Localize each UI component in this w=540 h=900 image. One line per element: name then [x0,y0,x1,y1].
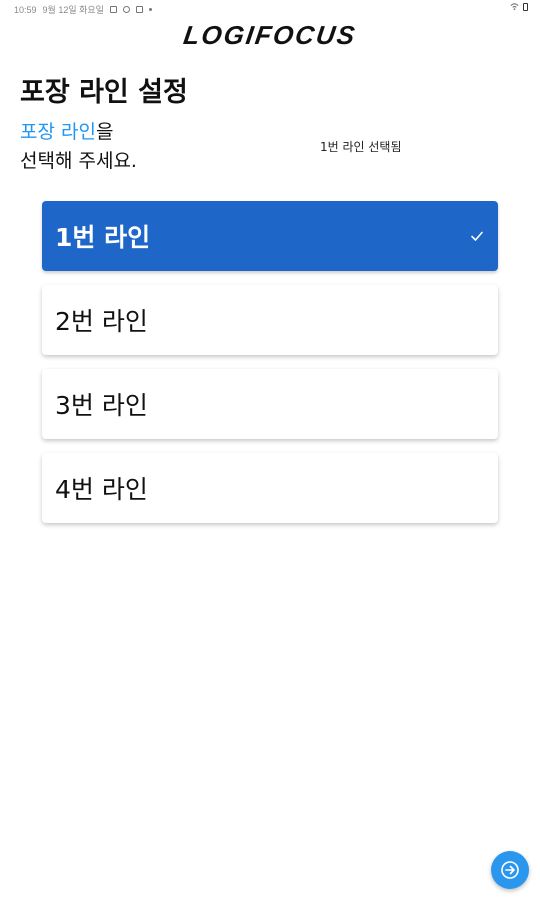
line-option-label: 2번 라인 [55,307,148,336]
more-notifications-icon [148,8,152,11]
line-option-3[interactable]: 3번 라인 [42,369,498,439]
status-date: 9월 12일 화요일 [42,5,104,15]
status-right [510,2,528,11]
next-button[interactable] [491,851,529,889]
line-option-4[interactable]: 4번 라인 [42,453,498,523]
instruction-highlight: 포장 라인 [20,121,96,143]
settings-notification-icon [122,6,130,13]
line-option-2[interactable]: 2번 라인 [42,285,498,355]
media-notification-icon [135,6,143,13]
instruction-text: 포장 라인을 선택해 주세요. [20,118,137,176]
instruction-suffix: 을 [95,121,114,143]
check-icon [471,231,483,241]
gallery-notification-icon [109,6,117,13]
arrow-right-icon [501,861,519,879]
line-option-label: 3번 라인 [55,391,148,420]
line-option-list: 1번 라인 2번 라인 3번 라인 4번 라인 [42,201,498,537]
page-title: 포장 라인 설정 [20,77,188,108]
wifi-icon [510,3,519,11]
selection-status: 1번 라인 선택됨 [320,140,402,154]
status-left: 10:59 9월 12일 화요일 [14,3,152,16]
battery-icon [523,2,528,11]
line-option-label: 4번 라인 [55,475,148,504]
instruction-line-2: 선택해 주세요. [20,150,137,172]
line-option-label: 1번 라인 [55,223,151,252]
status-bar: 10:59 9월 12일 화요일 [0,0,540,18]
line-option-1[interactable]: 1번 라인 [42,201,498,271]
status-time: 10:59 [14,4,37,15]
instruction-line-1: 포장 라인을 [20,118,137,147]
brand-logo: LOGIFOCUS [181,20,359,50]
